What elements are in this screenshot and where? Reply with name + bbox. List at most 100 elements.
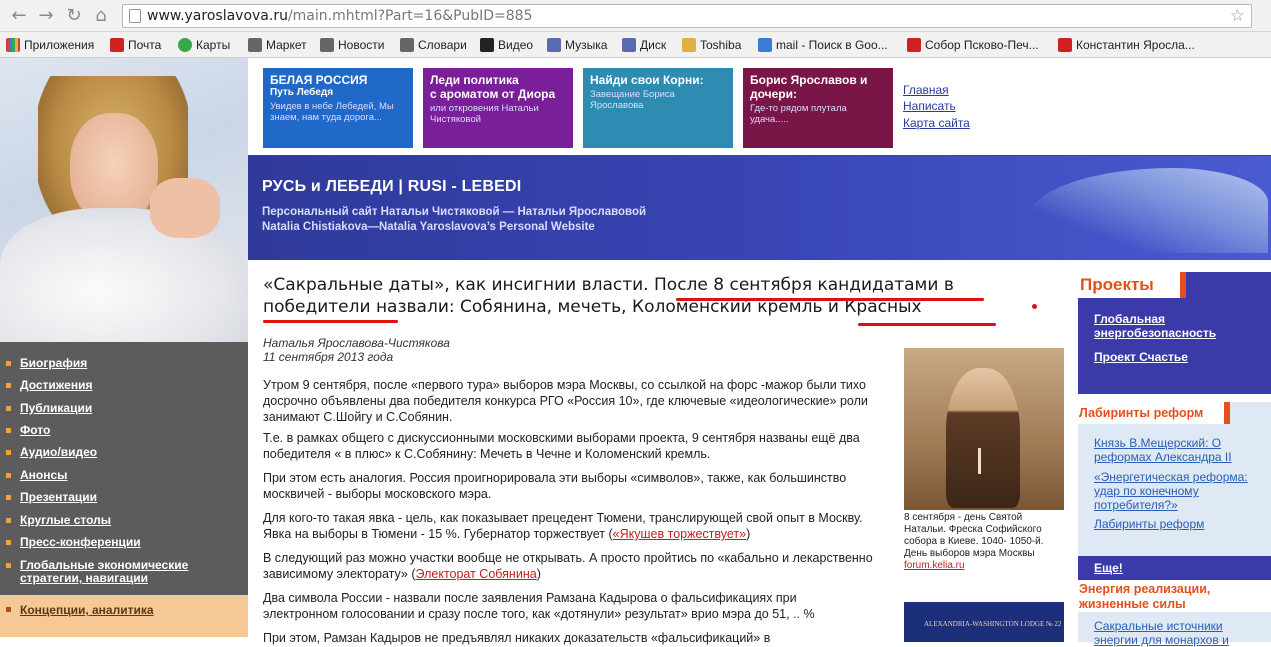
news-icon: [320, 38, 334, 52]
link-write[interactable]: Написать: [903, 99, 956, 113]
right-column: Проекты Глобальная энергобезопасность Пр…: [1068, 260, 1271, 647]
bookmark-label: Маркет: [266, 38, 307, 52]
back-arrow-icon[interactable]: ←: [8, 5, 30, 27]
bookmark-market[interactable]: Маркет: [248, 36, 307, 54]
home-icon[interactable]: ⌂: [90, 5, 112, 27]
bookmark-toshiba[interactable]: Toshiba: [682, 36, 741, 54]
bookmark-label: Новости: [338, 38, 385, 52]
bookmark-video[interactable]: Видео: [480, 36, 533, 54]
more-link[interactable]: Еще!: [1094, 561, 1244, 575]
promo-title: БЕЛАЯ РОССИЯ: [270, 73, 368, 87]
bookmark-maps[interactable]: Карты: [178, 36, 230, 54]
promo-boris-daughters[interactable]: Борис Ярославов и дочери: Где-то рядом п…: [743, 68, 893, 148]
disk-icon: [622, 38, 636, 52]
energy-box: Энергия реализации, жизненные силы Сакра…: [1078, 582, 1271, 647]
red-underline: [858, 323, 996, 326]
bookmark-konstantin[interactable]: Константин Яросла...: [1058, 36, 1195, 54]
nav-announcements[interactable]: Анонсы: [6, 469, 67, 482]
link-home[interactable]: Главная: [903, 83, 949, 97]
paragraph-text: В следующий раз можно участки вообще не …: [263, 551, 873, 581]
projects-title: Проекты: [1080, 275, 1154, 294]
paragraph-text: Для кого-то такая явка - цель, как показ…: [263, 511, 863, 541]
site-subtitle-en: Natalia Chistiakova—Natalia Yaroslavova’…: [262, 221, 595, 233]
address-bar[interactable]: www.yaroslavova.ru/main.mhtml?Part=16&Pu…: [122, 4, 1252, 28]
bookmark-disk[interactable]: Диск: [622, 36, 666, 54]
reform-link-energy[interactable]: «Энергетическая реформа: удар по конечно…: [1094, 470, 1254, 512]
fresco-caption: 8 сентября - день Святой Натальи. Фреска…: [904, 512, 1066, 572]
promo-find-roots[interactable]: Найди свои Корни: Завещание Бориса Яросл…: [583, 68, 733, 148]
bookmark-star-icon[interactable]: ☆: [1230, 6, 1245, 26]
site-title: РУСЬ и ЛЕБЕДИ | RUSI - LEBEDI: [262, 178, 522, 195]
promo-desc: Завещание Бориса Ярославова: [590, 89, 675, 111]
fresco-image: [904, 348, 1064, 510]
bookmark-music[interactable]: Музыка: [547, 36, 607, 54]
nav-achievements[interactable]: Достижения: [6, 379, 92, 392]
nav-biography[interactable]: Биография: [6, 357, 87, 370]
nav-label: Круглые столы: [20, 513, 112, 527]
project-happiness[interactable]: Проект Счастье: [1094, 350, 1264, 364]
promo-lady-politics[interactable]: Леди политика с ароматом от Диора или от…: [423, 68, 573, 148]
nav-label: Аудио/видео: [20, 445, 98, 459]
project-energy-security[interactable]: Глобальная энергобезопасность: [1094, 312, 1264, 340]
site-banner: БЕЛАЯ РОССИЯ Путь Лебедя Увидев в небе Л…: [248, 58, 1271, 260]
paragraph: Для кого-то такая явка - цель, как показ…: [263, 510, 873, 542]
link-sobyanin-electorate[interactable]: Электорат Собянина: [416, 567, 537, 581]
reforms-box: Лабиринты реформ Князь В.Мещерский: О ре…: [1078, 402, 1271, 556]
bookmark-google-mail-search[interactable]: mail - Поиск в Goo...: [758, 36, 888, 54]
fresco-source-link[interactable]: forum.kelia.ru: [904, 560, 1066, 572]
bookmark-sobor[interactable]: Собор Псково-Печ...: [907, 36, 1039, 54]
bookmark-label: Toshiba: [700, 38, 742, 52]
paragraph: Т.е. в рамках общего с дискуссионными мо…: [263, 431, 860, 461]
left-navigation: Биография Достижения Публикации Фото Ауд…: [0, 342, 248, 637]
forward-arrow-icon[interactable]: →: [35, 5, 57, 27]
nav-label: Фото: [20, 423, 51, 437]
market-icon: [248, 38, 262, 52]
reform-link-labyrinths[interactable]: Лабиринты реформ: [1094, 517, 1254, 531]
bookmark-mail[interactable]: Почта: [110, 36, 161, 54]
bookmark-label: Видео: [498, 38, 534, 52]
nav-photo[interactable]: Фото: [6, 424, 50, 437]
promo-white-russia[interactable]: БЕЛАЯ РОССИЯ Путь Лебедя Увидев в небе Л…: [263, 68, 413, 148]
nav-press-conferences[interactable]: Пресс-конференции: [6, 536, 141, 549]
red-dot: [1032, 304, 1037, 309]
link-yakushev[interactable]: «Якушев торжествует»: [613, 527, 746, 541]
red-underline: [676, 298, 984, 301]
lodge-text: ALEXANDRIA-WASHINGTON LODGE № 22: [924, 620, 1062, 628]
nav-label: Биография: [20, 356, 88, 370]
nav-audio-video[interactable]: Аудио/видео: [6, 446, 97, 459]
yandex-icon: [907, 38, 921, 52]
bookmark-news[interactable]: Новости: [320, 36, 384, 54]
more-bar: Еще!: [1078, 556, 1271, 580]
bookmark-apps[interactable]: Приложения: [6, 36, 94, 54]
url-text: www.yaroslavova.ru/main.mhtml?Part=16&Pu…: [147, 8, 533, 24]
nav-label: Достижения: [20, 378, 93, 392]
bookmark-label: Почта: [128, 38, 162, 52]
nav-presentations[interactable]: Презентации: [6, 491, 97, 504]
nav-publications[interactable]: Публикации: [6, 402, 92, 415]
caption-text: 8 сентября - день Святой Натальи. Фреска…: [904, 512, 1044, 559]
nav-concepts-active[interactable]: Концепции, аналитика: [0, 595, 248, 637]
video-play-icon: [480, 38, 494, 52]
bookmark-label: Константин Яросла...: [1076, 38, 1195, 52]
paragraph: В следующий раз можно участки вообще не …: [263, 550, 873, 582]
nav-round-tables[interactable]: Круглые столы: [6, 514, 111, 527]
article-author: Наталья Ярославова-Чистякова: [263, 336, 450, 350]
bookmark-label: Приложения: [24, 38, 95, 52]
nav-label: Публикации: [20, 401, 93, 415]
dictionary-icon: [400, 38, 414, 52]
paragraph: При этом, Рамзан Кадыров не предъявлял н…: [263, 631, 771, 645]
nav-global-strategies[interactable]: Глобальные экономические стратегии, нави…: [6, 559, 216, 585]
reform-link-meshchersky[interactable]: Князь В.Мещерский: О реформах Александра…: [1094, 436, 1254, 464]
reload-icon[interactable]: ↻: [63, 5, 85, 27]
page-icon: [129, 9, 141, 23]
projects-box: Проекты Глобальная энергобезопасность Пр…: [1078, 272, 1271, 394]
apps-icon: [6, 38, 20, 52]
article-headline: «Сакральные даты», как инсигнии власти. …: [263, 275, 954, 317]
promo-desc: Где-то рядом плутала удача.....: [750, 103, 847, 125]
energy-link-sacred-sources[interactable]: Сакральные источники энергии для монархо…: [1094, 619, 1259, 647]
website: БЕЛАЯ РОССИЯ Путь Лебедя Увидев в небе Л…: [0, 58, 1271, 647]
bookmark-dictionaries[interactable]: Словари: [400, 36, 467, 54]
nav-label: Концепции, аналитика: [20, 603, 154, 617]
promo-title: Найди свои Корни:: [590, 73, 704, 87]
link-sitemap[interactable]: Карта сайта: [903, 116, 970, 130]
